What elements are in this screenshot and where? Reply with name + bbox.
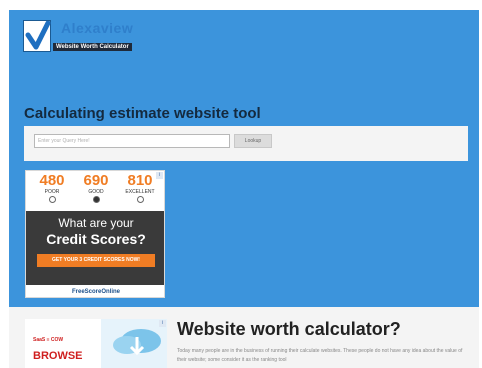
saas-cow-ad[interactable]: SaaS ≡ COW BROWSE i: [25, 319, 167, 368]
radio-dot-icon: [48, 196, 56, 203]
score-item: 480 POOR: [32, 173, 72, 211]
ad-footer-logo: FreeScoreOnline: [26, 285, 164, 297]
search-bar: Lookup: [24, 126, 468, 161]
query-input[interactable]: [34, 134, 230, 148]
site-logo[interactable]: Alexaview Website Worth Calculator: [23, 16, 163, 60]
ad-info-icon[interactable]: i: [159, 320, 166, 327]
score-value: 810: [127, 172, 153, 189]
hero-section: Alexaview Website Worth Calculator Calcu…: [9, 10, 479, 307]
ad-question-line2: Credit Scores?: [46, 231, 146, 247]
brand-name: Alexaview: [61, 20, 134, 36]
score-label: POOR: [44, 189, 60, 195]
tool-heading: Calculating estimate website tool: [24, 105, 261, 122]
ad-body: What are your Credit Scores? GET YOUR 3 …: [26, 211, 164, 285]
score-label: GOOD: [88, 189, 104, 195]
cloud-download-icon: [101, 319, 167, 368]
score-item: 690 GOOD: [76, 173, 116, 211]
ad2-browse-button[interactable]: BROWSE: [33, 350, 83, 362]
score-value: 690: [83, 172, 109, 189]
ad-question-line1: What are your: [58, 216, 134, 230]
content-section: SaaS ≡ COW BROWSE i Website worth calcul…: [9, 307, 479, 368]
ad-cta-button[interactable]: GET YOUR 3 CREDIT SCORES NOW!: [37, 254, 155, 267]
ad-score-row: 480 POOR 690 GOOD 810 EXCELLENT: [26, 171, 164, 211]
article-title: Website worth calculator?: [177, 319, 401, 339]
article-description: Today many people are in the business of…: [177, 348, 463, 363]
radio-dot-icon: [136, 196, 144, 203]
ad2-brand: SaaS ≡ COW: [33, 337, 64, 343]
score-value: 480: [39, 172, 65, 189]
checkmark-logo-icon: [23, 20, 51, 52]
credit-score-ad[interactable]: i 480 POOR 690 GOOD 810 EXCELLENT What a…: [25, 170, 165, 298]
lookup-button[interactable]: Lookup: [234, 134, 272, 148]
score-item: 810 EXCELLENT: [120, 173, 160, 211]
radio-dot-icon: [92, 196, 100, 203]
brand-tagline: Website Worth Calculator: [53, 43, 132, 51]
score-label: EXCELLENT: [125, 189, 155, 195]
